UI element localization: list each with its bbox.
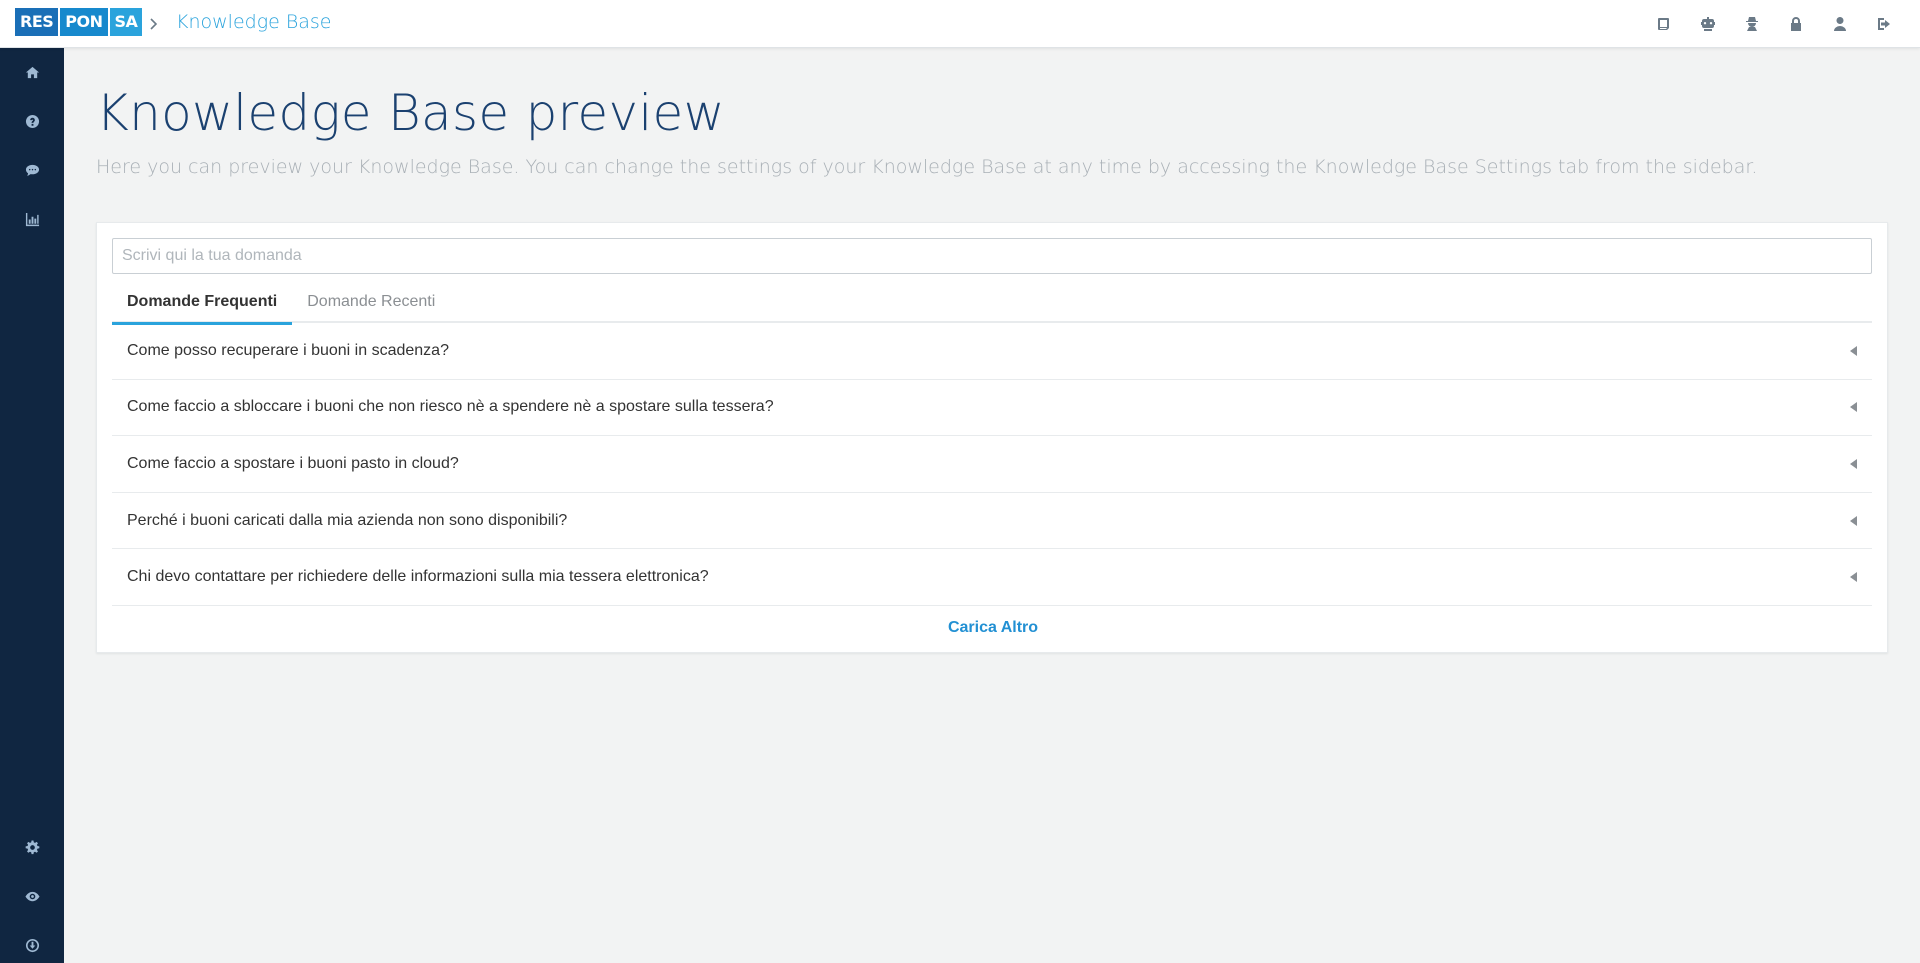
- caret-left-icon: [1847, 401, 1857, 413]
- user-icon[interactable]: [1818, 12, 1862, 36]
- knowledge-base-card: Domande Frequenti Domande Recenti Come p…: [96, 222, 1888, 653]
- breadcrumb[interactable]: Knowledge Base: [176, 11, 332, 33]
- faq-question: Come faccio a spostare i buoni pasto in …: [127, 454, 459, 472]
- download-circle-icon: [25, 938, 39, 952]
- gear-icon: [25, 839, 39, 854]
- sidebar-item-preview[interactable]: [0, 872, 64, 920]
- question-search-input[interactable]: [112, 238, 1872, 274]
- caret-left-icon: [1847, 571, 1857, 583]
- faq-question: Come posso recuperare i buoni in scadenz…: [127, 341, 449, 359]
- robot-icon[interactable]: [1686, 12, 1730, 36]
- caret-left-icon: [1847, 515, 1857, 527]
- eye-icon: [24, 891, 40, 901]
- faq-question: Chi devo contattare per richiedere delle…: [127, 568, 709, 586]
- page-title: Knowledge Base preview: [96, 84, 725, 142]
- sidebar: [0, 48, 64, 963]
- load-more-link[interactable]: Carica Altro: [97, 619, 1889, 637]
- tab-frequent-questions[interactable]: Domande Frequenti: [112, 281, 293, 325]
- question-tabs: Domande Frequenti Domande Recenti: [112, 281, 1872, 325]
- sidebar-item-download[interactable]: [0, 921, 64, 963]
- logo-part-res: RES: [15, 8, 59, 36]
- faq-item[interactable]: Come faccio a spostare i buoni pasto in …: [112, 436, 1872, 493]
- faq-item[interactable]: Come faccio a sbloccare i buoni che non …: [112, 380, 1872, 437]
- sidebar-item-home[interactable]: [0, 48, 64, 96]
- logo-part-sa: SA: [109, 8, 143, 36]
- user-secret-icon[interactable]: [1730, 12, 1774, 36]
- faq-item[interactable]: Chi devo contattare per richiedere delle…: [112, 549, 1872, 606]
- home-icon: [25, 66, 39, 78]
- chevron-right-icon: [150, 18, 158, 30]
- faq-list: Come posso recuperare i buoni in scadenz…: [112, 323, 1872, 606]
- logo-part-pon: PON: [60, 8, 108, 36]
- caret-left-icon: [1847, 458, 1857, 470]
- bar-chart-icon: [25, 212, 39, 226]
- faq-question: Come faccio a sbloccare i buoni che non …: [127, 398, 774, 416]
- comments-icon: [25, 164, 39, 176]
- faq-question: Perché i buoni caricati dalla mia aziend…: [127, 511, 568, 529]
- faq-item[interactable]: Come posso recuperare i buoni in scadenz…: [112, 323, 1872, 380]
- tab-recent-questions[interactable]: Domande Recenti: [292, 281, 450, 323]
- page-subtitle: Here you can preview your Knowledge Base…: [96, 156, 1758, 178]
- responsa-logo[interactable]: RES PON SA: [15, 8, 143, 40]
- sign-out-icon[interactable]: [1862, 12, 1906, 36]
- sidebar-item-analytics[interactable]: [0, 195, 64, 243]
- faq-item[interactable]: Perché i buoni caricati dalla mia aziend…: [112, 493, 1872, 550]
- main-content: Knowledge Base preview Here you can prev…: [64, 48, 1920, 963]
- sidebar-item-settings[interactable]: [0, 823, 64, 871]
- top-icon-bar: [1642, 12, 1906, 36]
- top-bar: RES PON SA Knowledge Base: [0, 0, 1920, 48]
- lock-icon[interactable]: [1774, 12, 1818, 36]
- sidebar-item-help[interactable]: [0, 97, 64, 145]
- book-icon[interactable]: [1642, 12, 1686, 36]
- caret-left-icon: [1847, 345, 1857, 357]
- question-circle-icon: [25, 114, 39, 128]
- sidebar-item-conversations[interactable]: [0, 146, 64, 194]
